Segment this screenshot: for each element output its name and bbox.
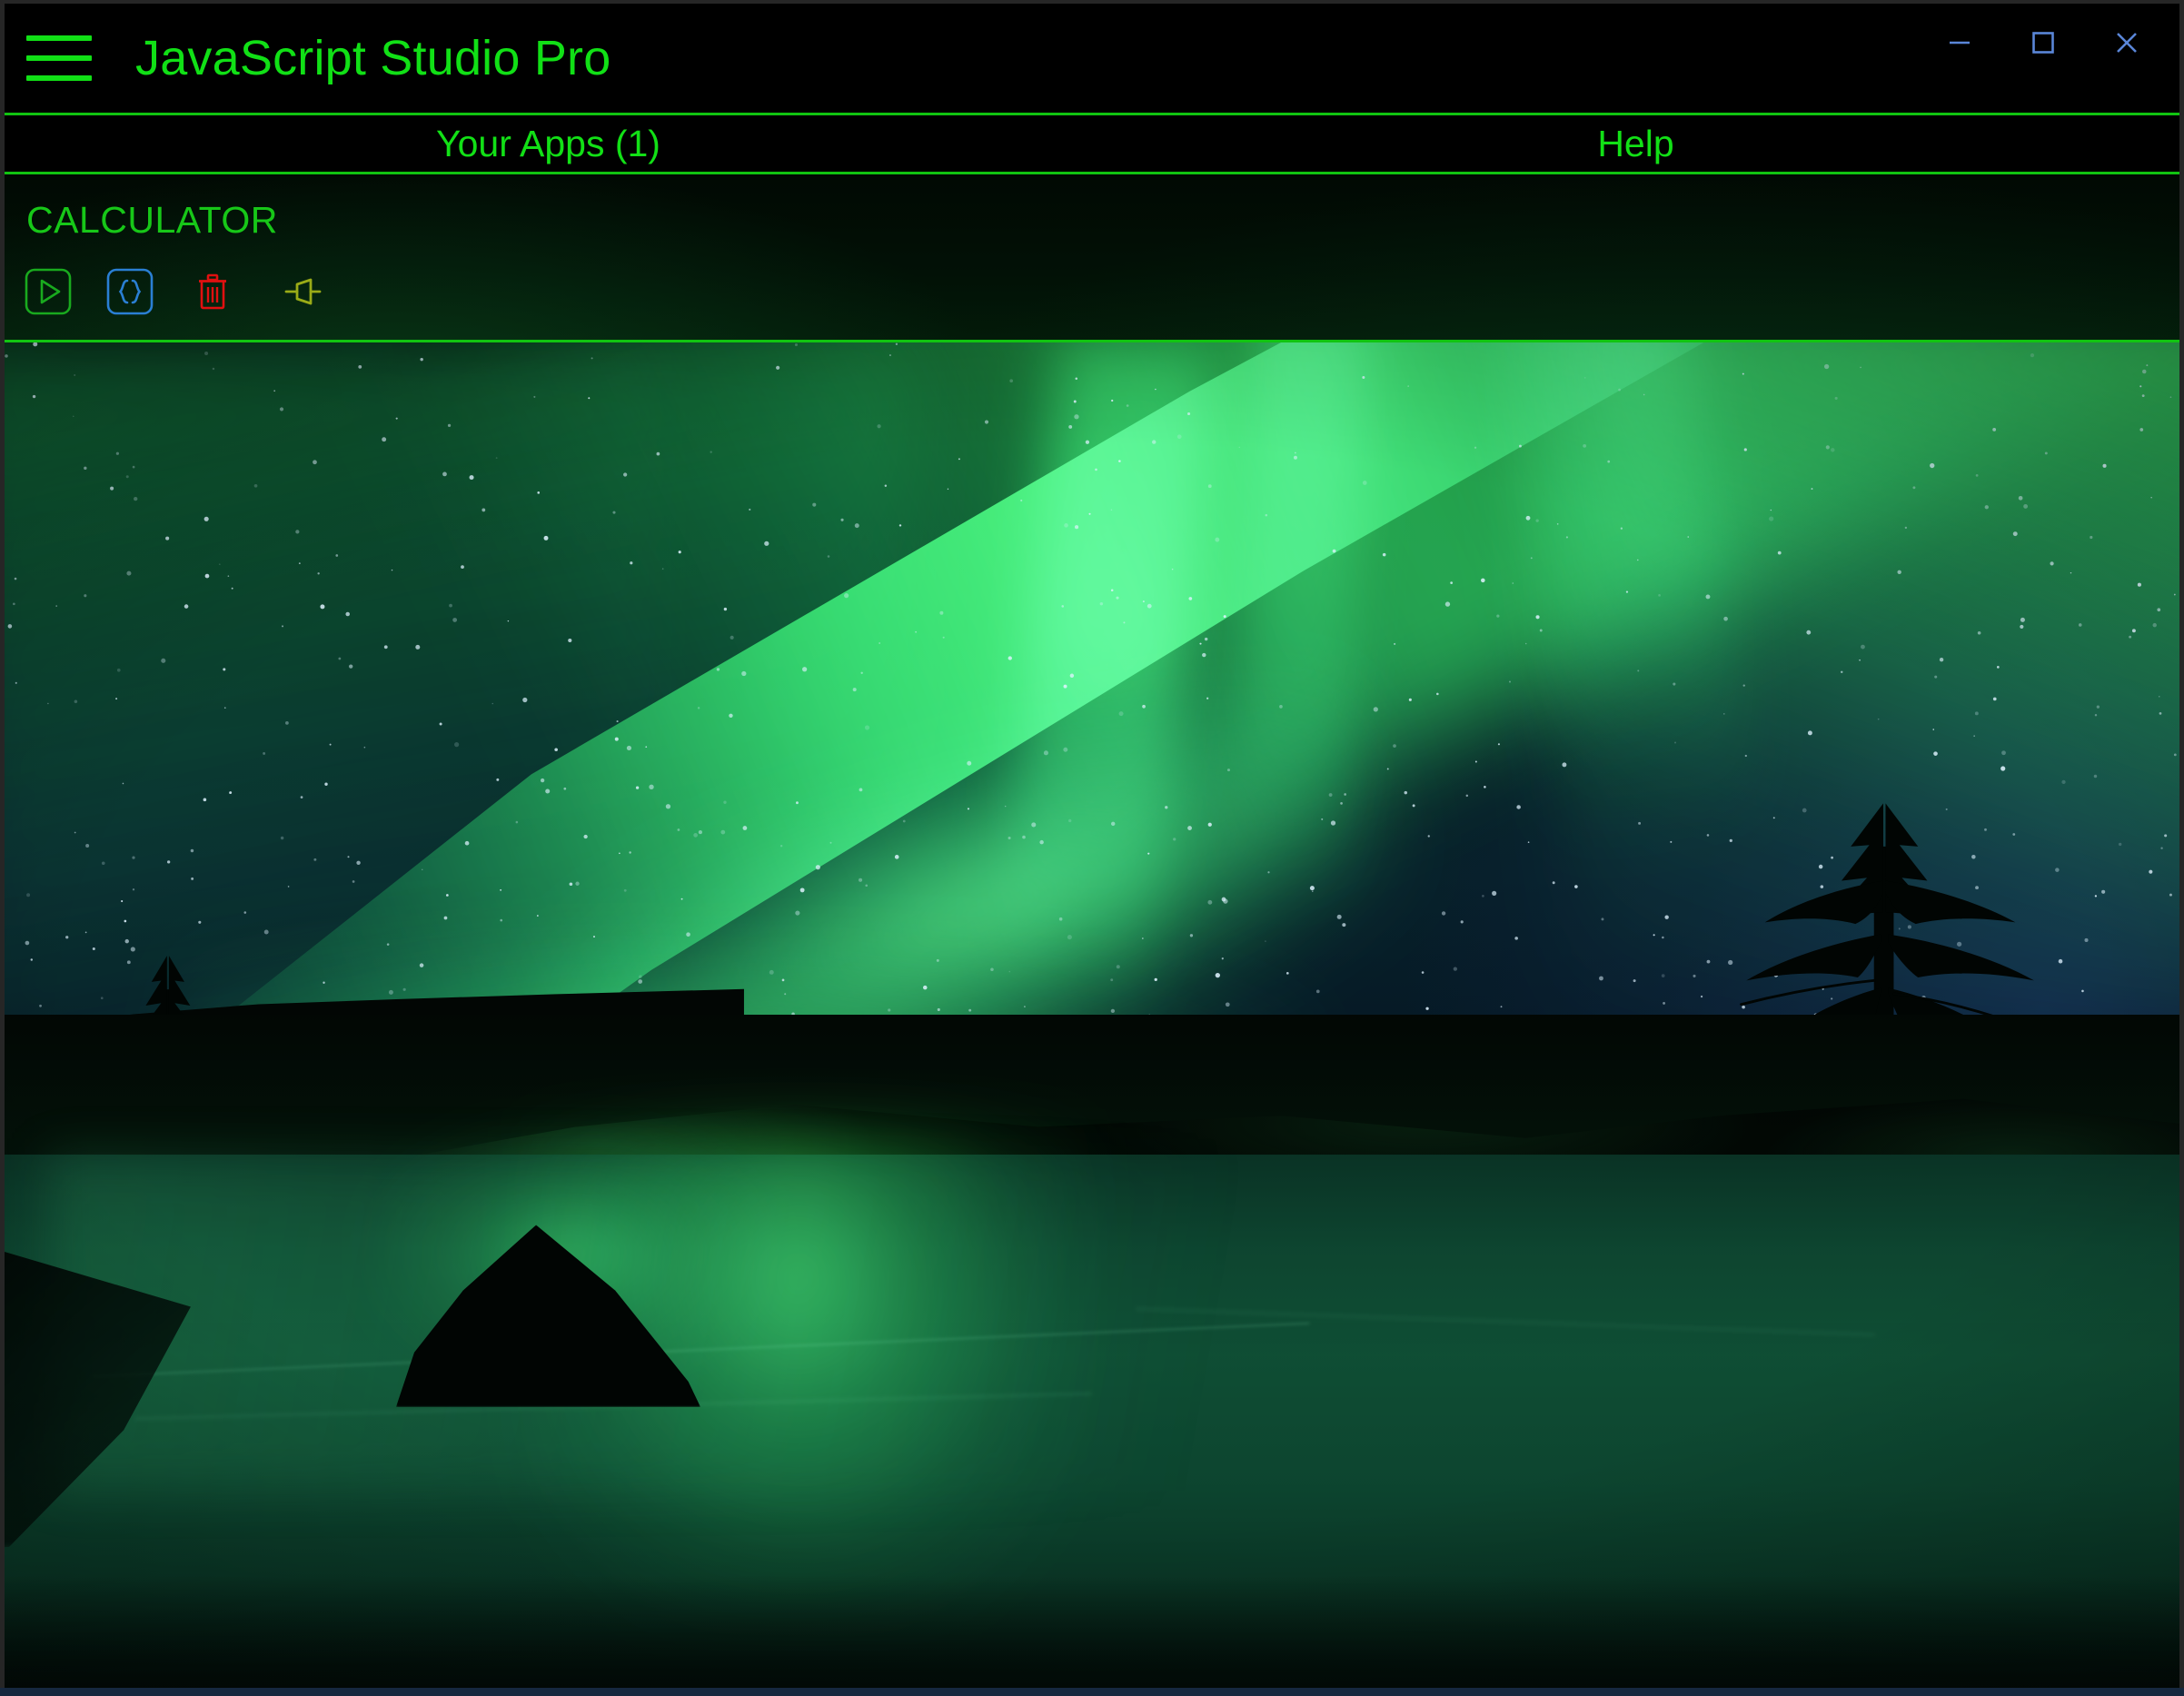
close-button[interactable] [2085, 10, 2169, 75]
minimize-button[interactable] [1918, 10, 2001, 75]
app-card-name: CALCULATOR [26, 199, 278, 241]
title-bar: JavaScript Studio Pro [5, 4, 2179, 113]
hamburger-menu-icon[interactable] [26, 26, 114, 90]
play-icon [25, 268, 72, 315]
code-button[interactable] [106, 268, 154, 315]
hamburger-bar-3 [26, 75, 92, 81]
tab-help[interactable]: Help [1092, 115, 2179, 172]
app-title: JavaScript Studio Pro [135, 31, 611, 85]
pin-icon [284, 278, 322, 305]
desktop-background-strip [0, 1688, 2184, 1696]
tab-your-apps-label: Your Apps (1) [436, 122, 660, 164]
app-card-calculator: CALCULATOR [5, 174, 2179, 342]
maximize-icon [2032, 32, 2054, 54]
maximize-button[interactable] [2001, 10, 2085, 75]
foreground-shadow [5, 1574, 2179, 1688]
pin-button[interactable] [280, 268, 327, 315]
minimize-icon [1950, 41, 1970, 45]
delete-button[interactable] [189, 268, 236, 315]
trash-icon [199, 273, 226, 310]
run-button[interactable] [25, 268, 72, 315]
close-icon [2117, 33, 2137, 53]
app-card-actions [25, 268, 327, 315]
braces-icon [106, 268, 154, 315]
aurora-wallpaper [5, 342, 2179, 1688]
hamburger-bar-1 [26, 35, 92, 41]
window-controls [1918, 4, 2169, 82]
tab-your-apps[interactable]: Your Apps (1) [5, 115, 1092, 172]
tab-bar: Your Apps (1) Help [5, 113, 2179, 174]
hamburger-bar-2 [26, 55, 92, 61]
application-window: JavaScript Studio Pro Your Apps (1) Help… [0, 0, 2184, 1688]
tab-help-label: Help [1597, 122, 1674, 164]
